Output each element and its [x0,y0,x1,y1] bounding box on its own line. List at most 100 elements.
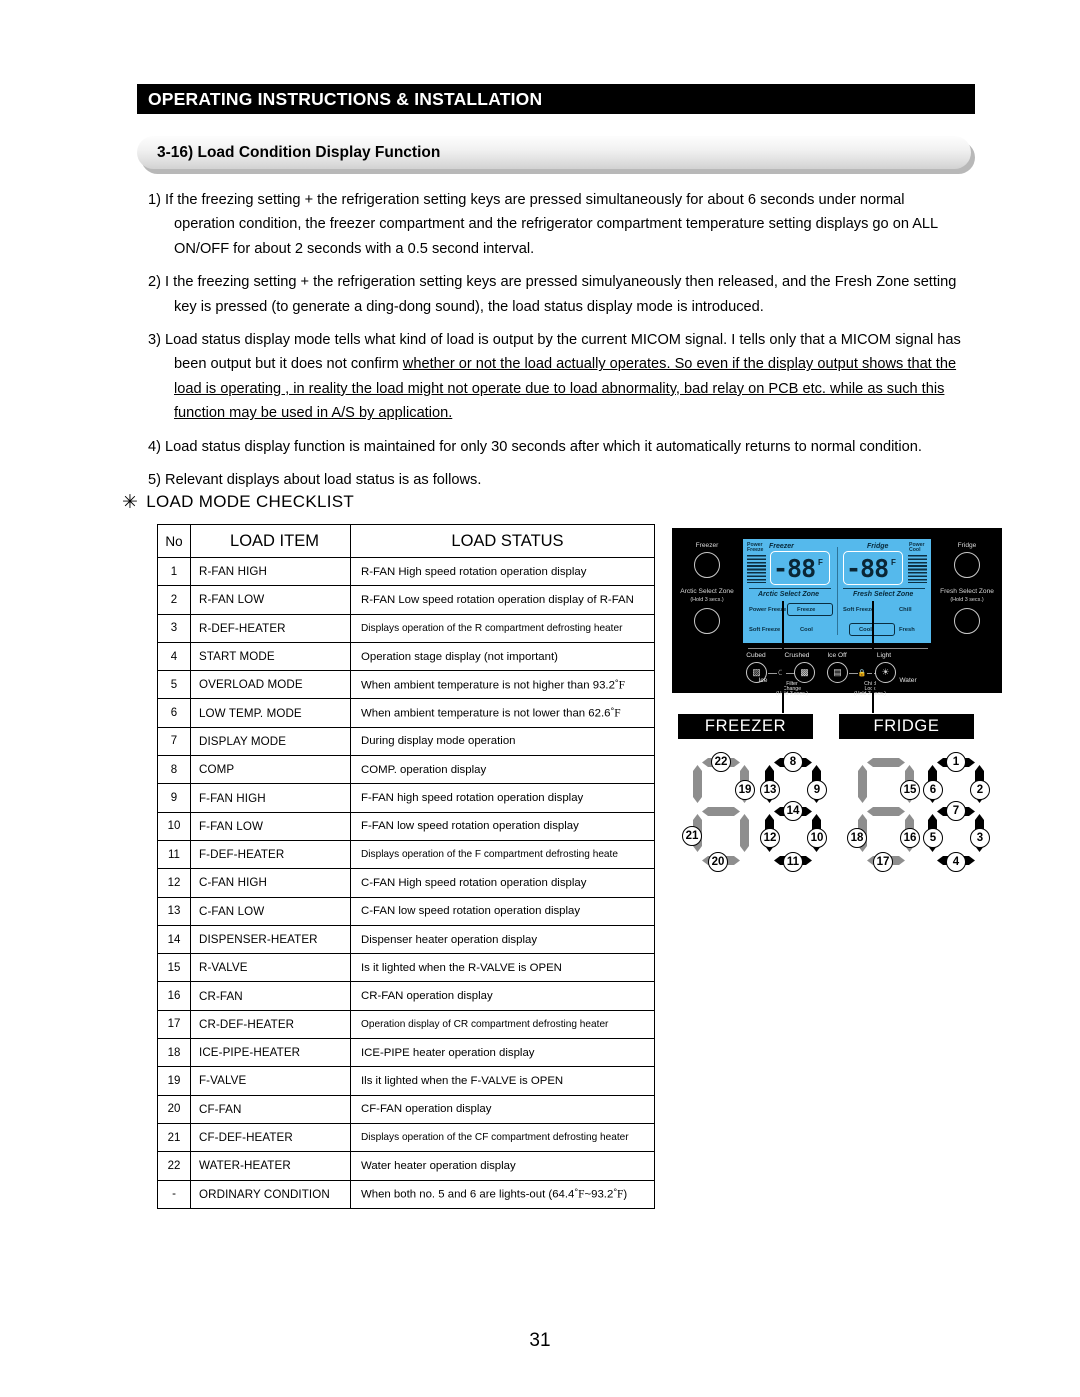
cell-load-item: F-FAN LOW [190,811,351,841]
fridge-digit-2-diagram: 1 6 2 7 5 3 4 [923,752,990,872]
callout-6: 6 [923,780,943,800]
callout-8: 8 [783,752,803,772]
section-title-text: 3-16) Load Condition Display Function [157,143,441,161]
cell-load-item: DISPLAY MODE [190,726,351,757]
table-row: 20 CF-FAN CF-FAN operation display [157,1094,655,1124]
panel-right-button-2-label: Fresh Select Zone [940,588,994,595]
cell-load-item: ICE-PIPE-HEATER [190,1038,351,1068]
table-row: 22 WATER-HEATER Water heater operation dis… [157,1151,655,1181]
cell-load-item: DISPENSER-HEATER [190,924,351,955]
panel-right-button-1-knob[interactable] [954,552,980,578]
cell-load-status: ICE-PIPE heater operation display [350,1038,655,1068]
ice-off-icon[interactable]: ▤ [827,662,848,683]
cell-load-item: R-VALVE [190,953,351,983]
lcd-option-freeze[interactable]: Freeze [797,607,815,613]
cell-load-status: R-FAN High speed rotation operation disp… [350,556,655,587]
callout-7: 7 [946,801,966,821]
panel-left-button-2-label: Arctic Select Zone [680,588,734,595]
freezer-digit-2-diagram: 8 13 9 14 12 10 11 [760,752,827,872]
cell-load-status: C-FAN low speed rotation operation displ… [350,896,655,926]
dispenser-cubed-label: Cubed [746,652,766,659]
fridge-banner: FRIDGE [839,714,974,739]
table-row: 19 F-VALVE Ils it lighted when the F-VALVE… [157,1066,655,1096]
table-row: 6 LOW TEMP. MODE When ambient temperature … [157,698,655,728]
pill-face: 3-16) Load Condition Display Function [137,136,971,169]
paragraph-4: 4) Load status display function is maint… [148,435,966,459]
lcd-freezer-digit-box: -88 F [770,551,830,585]
cell-load-item: C-FAN HIGH [190,868,351,898]
cell-load-status: Displays operation of the F compartment … [350,839,655,870]
callout-14: 14 [783,801,803,821]
cell-load-status: Dispenser heater operation display [350,924,655,955]
cell-no: 8 [157,755,191,785]
cell-no: 16 [157,981,191,1011]
instruction-paragraph-list: 1) If the freezing setting + the refrige… [148,188,966,501]
lcd-option-soft-freeze-right[interactable]: Soft Freeze [843,607,874,613]
cell-no: 9 [157,783,191,813]
cell-no: 11 [157,839,191,870]
crushed-ice-icon[interactable]: ▩ [794,662,815,683]
lcd-option-chill[interactable]: Chill [899,607,912,613]
lcd-fresh-select-zone-title: Fresh Select Zone [853,591,914,598]
lcd-power-freeze-label-2: Freeze [747,547,764,553]
cell-load-status: When both no. 5 and 6 are lights-out (64… [350,1179,655,1209]
lcd-option-fresh[interactable]: Fresh [899,627,915,633]
cell-no: 21 [157,1122,191,1153]
fridge-digit-1-diagram: 15 18 16 17 [847,758,920,872]
lcd-freezer-zone-rule [749,588,831,590]
callout-17: 17 [873,852,893,872]
cell-load-status: Operation display of CR compartment defr… [350,1009,655,1040]
panel-left-button-1-label: Freezer [695,542,719,549]
dispenser-divider [748,648,928,649]
cell-no: 19 [157,1066,191,1096]
paragraph-5: 5) Relevant displays about load status i… [148,468,966,492]
paragraph-5-number: 5) [148,472,161,489]
callout-4: 4 [946,852,966,872]
lcd-freezer-unit: F [818,558,823,567]
cell-load-status: Displays operation of the CF compartment… [350,1122,655,1153]
paragraph-3-number: 3) [148,332,161,349]
lcd-fridge-value: -88 [846,554,889,583]
panel-left-button-2-sub: (Hold 3 secs.) [690,597,724,603]
table-row: 16 CR-FAN CR-FAN operation display [157,981,655,1011]
paragraph-2: 2) I the freezing setting + the refriger… [148,270,966,319]
panel-right-button-2-knob[interactable] [954,608,980,634]
cell-no: 20 [157,1094,191,1124]
cell-no: 10 [157,811,191,841]
lcd-option-power-freeze[interactable]: Power Freeze [749,607,786,613]
cell-load-status: Water heater operation display [350,1151,655,1181]
panel-right-button-2-sub: (Hold 3 secs.) [950,597,984,603]
cell-load-status: R-FAN Low speed rotation operation displ… [350,585,655,615]
cell-no: 1 [157,556,191,587]
load-mode-checklist-heading: ✳ LOAD MODE CHECKLIST [122,492,354,512]
page-header-bar: OPERATING INSTRUCTIONS & INSTALLATION [137,84,975,114]
panel-left-button-1-knob[interactable] [694,552,720,578]
lcd-fridge-digit-box: -88 F [843,551,903,585]
lcd-freezer-title: Freezer [769,543,794,550]
paragraph-3: 3) Load status display mode tells what k… [148,328,966,426]
table-row: 11 F-DEF-HEATER Displays operation of the … [157,839,655,870]
lcd-freezer-half: Power Freeze Freezer -88 F Arctic Select… [743,539,837,643]
cell-load-item: R-FAN LOW [190,585,351,615]
lcd-option-cool-right[interactable]: Cool [859,627,872,633]
callout-2: 2 [970,780,990,800]
lcd-option-soft-freeze[interactable]: Soft Freeze [749,627,780,633]
cell-load-status: Ils it lighted when the F-VALVE is OPEN [350,1066,655,1096]
page-number: 31 [529,1330,551,1351]
table-row: 21 CF-DEF-HEATER Displays operation of the… [157,1122,655,1153]
table-row: 7 DISPLAY MODE During display mode operati… [157,726,655,757]
table-row: 18 ICE-PIPE-HEATER ICE-PIPE heater operati… [157,1038,655,1068]
column-header-status: LOAD STATUS [350,524,655,558]
panel-left-button-2-knob[interactable] [694,608,720,634]
filter-change-label-3: (Hold 3 secs.) [776,691,808,697]
cell-no: - [157,1179,191,1209]
callout-16: 16 [900,828,920,848]
callout-22: 22 [711,752,731,772]
dispenser-ice-off-label: Ice Off [827,652,847,659]
cell-load-status: Displays operation of the R compartment … [350,613,655,643]
freezer-digit-1-diagram: 22 19 21 20 [682,752,755,872]
lcd-option-cool-left[interactable]: Cool [800,627,813,633]
callout-13: 13 [760,780,780,800]
callout-1: 1 [946,752,966,772]
table-row: 2 R-FAN LOW R-FAN Low speed rotation opera… [157,585,655,615]
